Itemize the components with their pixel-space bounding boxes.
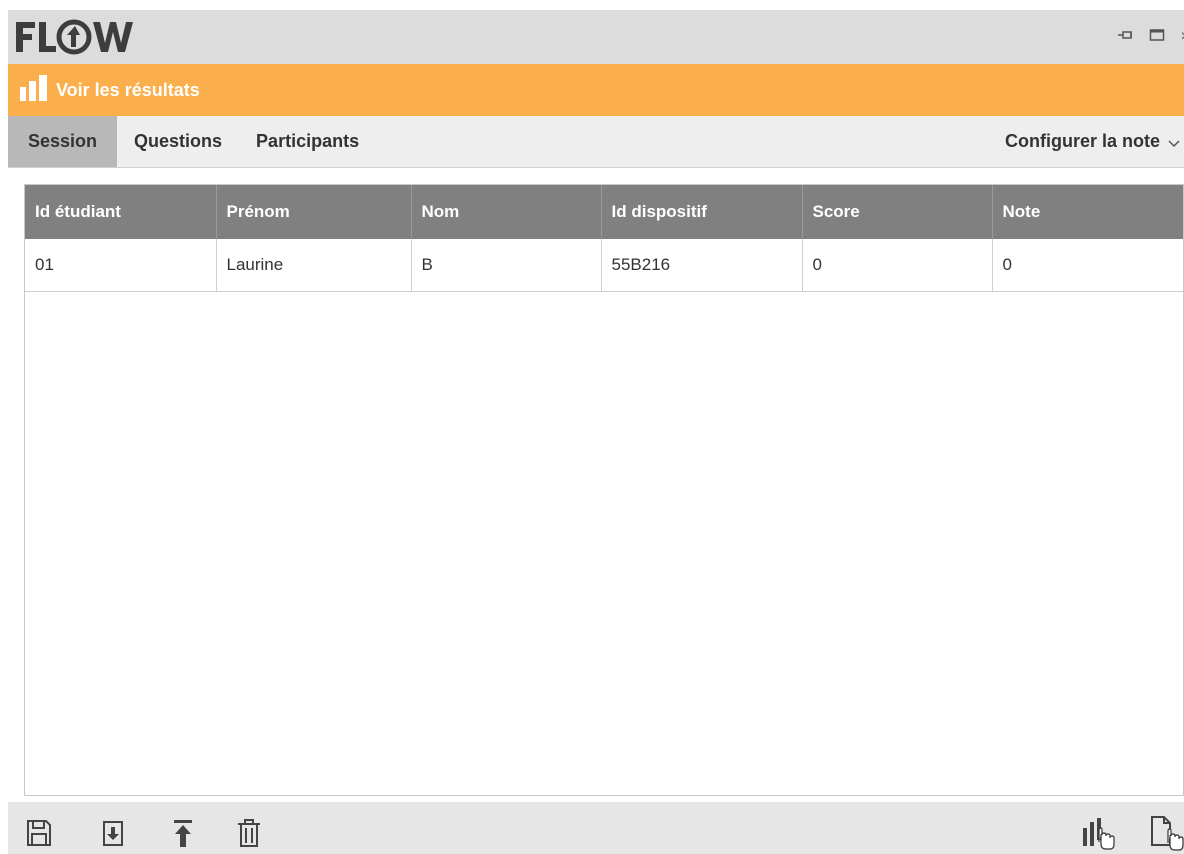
results-table-panel: Id étudiant Prénom Nom Id dispositif Sco… bbox=[24, 184, 1184, 796]
column-header-score[interactable]: Score bbox=[802, 185, 993, 239]
document-cursor-icon[interactable] bbox=[1146, 816, 1184, 851]
column-header-student-id[interactable]: Id étudiant bbox=[25, 185, 217, 239]
tab-bar: Session Questions Participants Configure… bbox=[8, 116, 1184, 168]
bar-chart-icon bbox=[20, 74, 48, 106]
configure-grade-dropdown[interactable]: Configurer la note bbox=[1005, 116, 1184, 167]
cell-device-id: 55B216 bbox=[601, 239, 803, 292]
column-header-first-name[interactable]: Prénom bbox=[216, 185, 412, 239]
import-icon[interactable] bbox=[98, 816, 128, 850]
save-icon[interactable] bbox=[24, 816, 54, 850]
delete-icon[interactable] bbox=[234, 816, 264, 850]
column-header-last-name[interactable]: Nom bbox=[411, 185, 602, 239]
chevron-down-icon bbox=[1168, 135, 1180, 151]
table-header-row: Id étudiant Prénom Nom Id dispositif Sco… bbox=[25, 185, 1183, 239]
cell-last-name: B bbox=[411, 239, 602, 292]
cell-first-name: Laurine bbox=[216, 239, 412, 292]
title-bar: × bbox=[8, 10, 1184, 64]
column-header-device-id[interactable]: Id dispositif bbox=[601, 185, 803, 239]
tab-session[interactable]: Session bbox=[8, 116, 118, 167]
close-icon[interactable]: × bbox=[1181, 29, 1184, 45]
maximize-icon[interactable] bbox=[1149, 28, 1165, 46]
results-banner: Voir les résultats bbox=[8, 64, 1184, 116]
chart-cursor-icon[interactable] bbox=[1078, 816, 1118, 850]
tab-questions[interactable]: Questions bbox=[117, 116, 239, 167]
export-icon[interactable] bbox=[168, 816, 198, 850]
column-header-grade[interactable]: Note bbox=[992, 185, 1183, 239]
flow-logo bbox=[16, 19, 133, 55]
table-row[interactable]: 01 Laurine B 55B216 0 0 bbox=[25, 239, 1183, 292]
cell-student-id: 01 bbox=[25, 239, 217, 292]
configure-grade-label: Configurer la note bbox=[1004, 131, 1160, 151]
tab-participants[interactable]: Participants bbox=[239, 116, 376, 167]
cell-score: 0 bbox=[802, 239, 993, 292]
app-logo bbox=[8, 10, 154, 64]
banner-title: Voir les résultats bbox=[56, 79, 200, 100]
bottom-toolbar bbox=[8, 802, 1184, 854]
results-table: Id étudiant Prénom Nom Id dispositif Sco… bbox=[25, 185, 1183, 292]
cell-grade: 0 bbox=[992, 239, 1183, 292]
pin-icon[interactable] bbox=[1117, 28, 1133, 46]
